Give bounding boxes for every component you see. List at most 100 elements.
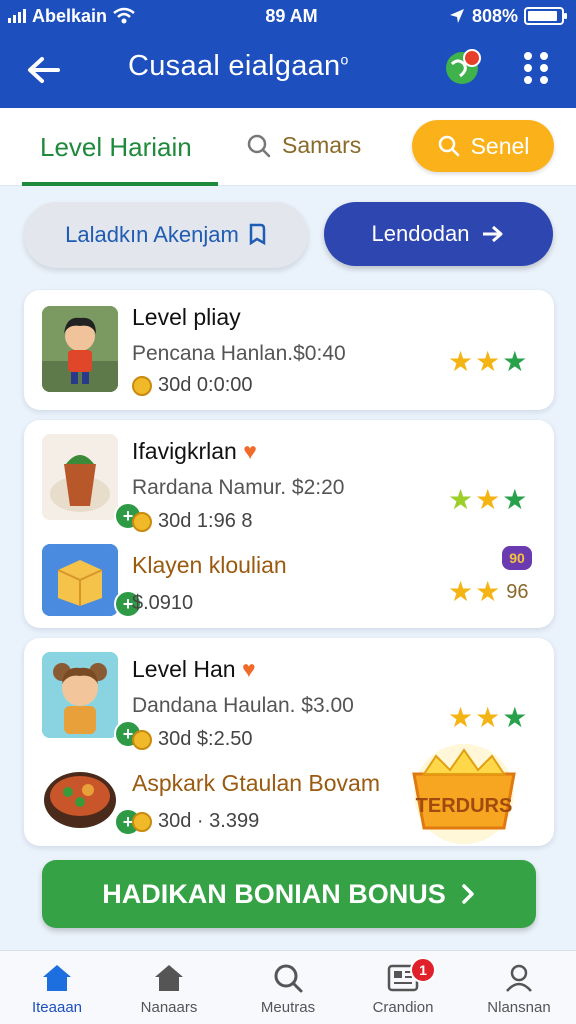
header: Abelkain 89 AM 808% Cusaal eialgaano [0,0,576,108]
item-meta: $.0910 [132,592,194,614]
box-image [42,544,118,616]
star-rating: ★ ★ ★ [448,348,527,376]
battery-percent: 808% [471,5,518,26]
item-subtitle: Dandana Haulan. $3.00 [132,694,354,717]
list-item[interactable]: + Level Han ♥ Dandana Haulan. $3.00 30d … [24,644,554,754]
nav-label: Crandion [372,999,434,1016]
nav-label: Nanaars [140,999,198,1016]
character-avatar [42,652,118,738]
bonus-cta-button[interactable]: HADIKAN BONIAN BONUS [42,860,536,928]
search-icon [438,135,459,157]
list-item[interactable]: + Ifavigkrlan ♥ Rardana Namur. $2:20 30d… [24,426,554,536]
senel-button[interactable]: Senel [412,120,554,172]
food-image [42,434,118,520]
more-menu-button[interactable] [520,48,552,88]
food-image [42,762,118,834]
home-icon [43,965,71,991]
character-avatar [42,306,118,392]
user-icon [506,964,532,992]
tab-level-label: Level Hariain [40,132,192,162]
page-title: Cusaal eialgaano [128,50,349,82]
globe-icon [446,49,481,84]
star-icon: ★ [475,346,501,377]
star-rating: ★ ★ ★ [448,486,527,514]
rating-extra: 96 [506,580,529,603]
secondary-action-label: Laladkın Akenjam [65,222,239,247]
item-meta: 30d 1:96 8 [132,510,253,533]
list-item[interactable]: + Klayen kloulian $.0910 90 ★ ★ 96 [24,538,554,624]
star-icon: ★ [475,484,501,515]
star-icon: ★ [502,484,528,515]
status-bar: Abelkain 89 AM 808% [0,0,576,32]
wifi-icon [113,7,135,24]
item-title: Level pliay [132,304,241,330]
status-time: 89 AM [265,5,318,26]
tab-level[interactable]: Level Hariain [22,130,218,186]
list-item[interactable]: Level pliay Pencana Hanlan.$0:40 30d 0:0… [24,296,554,406]
star-icon: ★ [448,702,474,733]
item-subtitle: Pencana Hanlan.$0:40 [132,342,346,365]
nav-games[interactable]: Nanaars [114,961,224,1021]
star-icon: ★ [448,576,474,607]
item-meta: 30d $:2.50 [132,728,253,751]
treasure-box-icon: TERDURS [412,744,516,844]
star-icon: ★ [502,702,528,733]
notification-badge: 1 [410,957,436,983]
item-meta: 30d 0:0:00 [132,374,253,397]
game-badge: 90 [502,546,532,570]
dots-grid-icon [524,52,548,84]
tab-search-label: Samars [282,132,362,158]
nav-search[interactable]: Meutras [233,961,343,1021]
coin-icon [132,375,152,396]
star-icon: ★ [475,576,501,607]
bookmark-icon [249,223,266,246]
back-button[interactable] [22,48,66,92]
primary-action-label: Lendodan [371,221,470,246]
svg-text:TERDURS: TERDURS [416,795,513,817]
house-icon [155,965,183,991]
item-title: Level Han ♥ [132,656,256,682]
cta-label: HADIKAN BONIAN BONUS [102,878,446,909]
item-title: Klayen kloulian [132,552,287,578]
arrow-right-icon [483,225,503,243]
coin-icon [132,511,152,532]
star-icon: ★ [448,484,474,515]
star-icon: ★ [448,346,474,377]
globe-button[interactable] [442,44,486,88]
primary-action-button[interactable]: Lendodan [324,202,553,266]
arrow-left-icon [28,57,60,83]
level-card-1: Level pliay Pencana Hanlan.$0:40 30d 0:0… [24,290,554,410]
coin-icon [132,729,152,750]
search-icon [274,964,303,993]
star-icon: ★ [475,702,501,733]
nav-news[interactable]: 1 Crandion [348,957,458,1021]
heart-icon: ♥ [243,438,257,464]
nav-label: Iteaaan [31,999,83,1016]
level-card-2: + Ifavigkrlan ♥ Rardana Namur. $2:20 30d… [24,420,554,628]
bottom-nav: Iteaaan Nanaars Meutras 1 Crandion Nlans… [0,950,576,1024]
tab-search[interactable]: Samars [246,132,361,159]
carrier-label: Abelkain [32,5,108,26]
nav-home[interactable]: Iteaaan [2,961,112,1021]
nav-label: Meutras [260,999,316,1016]
search-icon [247,134,271,157]
item-title: Aspkark Gtaulan Bovam [132,770,381,796]
battery-icon [524,7,567,25]
secondary-action-button[interactable]: Laladkın Akenjam [24,202,308,268]
coin-icon [132,811,152,832]
signal-icon [8,9,26,23]
senel-label: Senel [470,132,530,159]
star-icon: ★ [502,346,528,377]
tab-underline [22,182,218,186]
promo-treasure-badge[interactable]: TERDURS [384,744,544,844]
chevron-right-icon [462,884,474,904]
nav-label: Nlansnan [487,999,551,1016]
item-meta: 30d · 3.399 [132,810,259,833]
location-arrow-icon [449,9,464,23]
nav-profile[interactable]: Nlansnan [464,961,574,1021]
item-title: Ifavigkrlan ♥ [132,438,257,464]
star-rating: ★ ★ ★ [448,704,527,732]
item-subtitle: Rardana Namur. $2:20 [132,476,345,499]
heart-icon: ♥ [241,656,256,682]
star-rating: ★ ★ 96 [448,578,528,606]
